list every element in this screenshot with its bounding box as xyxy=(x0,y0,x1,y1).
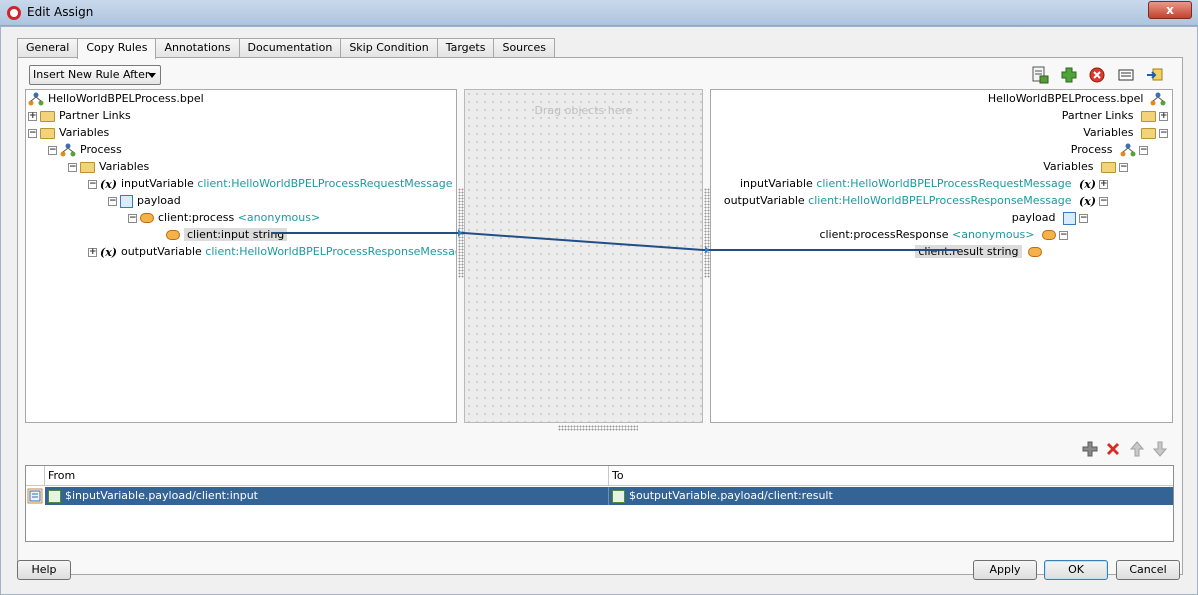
tab-strip: General Copy Rules Annotations Documenta… xyxy=(17,38,554,58)
tab-skip-condition[interactable]: Skip Condition xyxy=(340,38,437,58)
table-header: From To xyxy=(26,466,1173,486)
column-header-to[interactable]: To xyxy=(608,466,1173,486)
tab-annotations[interactable]: Annotations xyxy=(155,38,239,58)
oracle-app-icon xyxy=(7,6,21,20)
rule-to-cell[interactable]: $outputVariable.payload/client:result xyxy=(608,487,1171,505)
xpath-icon xyxy=(48,490,61,503)
copy-rule-link[interactable] xyxy=(18,58,1184,298)
rule-from-cell[interactable]: $inputVariable.payload/client:input xyxy=(45,487,608,505)
edit-assign-dialog: General Copy Rules Annotations Documenta… xyxy=(0,26,1198,595)
window-close-button[interactable]: x xyxy=(1148,1,1192,19)
cancel-button[interactable]: Cancel xyxy=(1116,560,1180,580)
copy-rule-icon xyxy=(27,488,43,504)
xpath-icon xyxy=(612,490,625,503)
tab-general[interactable]: General xyxy=(17,38,78,58)
window-title: Edit Assign xyxy=(27,5,93,19)
close-icon: x xyxy=(1166,3,1174,17)
bottom-splitter-grip[interactable] xyxy=(558,425,638,431)
column-header-from[interactable]: From xyxy=(44,466,607,486)
move-down-icon[interactable] xyxy=(1152,441,1168,457)
copy-rules-panel: Insert New Rule After HelloWorldBPEL xyxy=(17,57,1183,575)
tab-copy-rules[interactable]: Copy Rules xyxy=(77,38,156,59)
move-up-icon[interactable] xyxy=(1129,441,1145,457)
apply-button[interactable]: Apply xyxy=(973,560,1037,580)
title-bar: Edit Assign x xyxy=(0,0,1198,26)
table-row[interactable]: $inputVariable.payload/client:input $out… xyxy=(45,487,1173,505)
tab-sources[interactable]: Sources xyxy=(493,38,555,58)
delete-rule-icon[interactable] xyxy=(1105,441,1121,457)
tab-targets[interactable]: Targets xyxy=(437,38,495,58)
help-button[interactable]: Help xyxy=(17,560,71,580)
add-rule-icon[interactable] xyxy=(1082,441,1098,457)
copy-rules-table[interactable]: From To $inputVariable.payload/client:in… xyxy=(25,465,1174,542)
ok-button[interactable]: OK xyxy=(1044,560,1108,580)
tab-documentation[interactable]: Documentation xyxy=(239,38,342,58)
